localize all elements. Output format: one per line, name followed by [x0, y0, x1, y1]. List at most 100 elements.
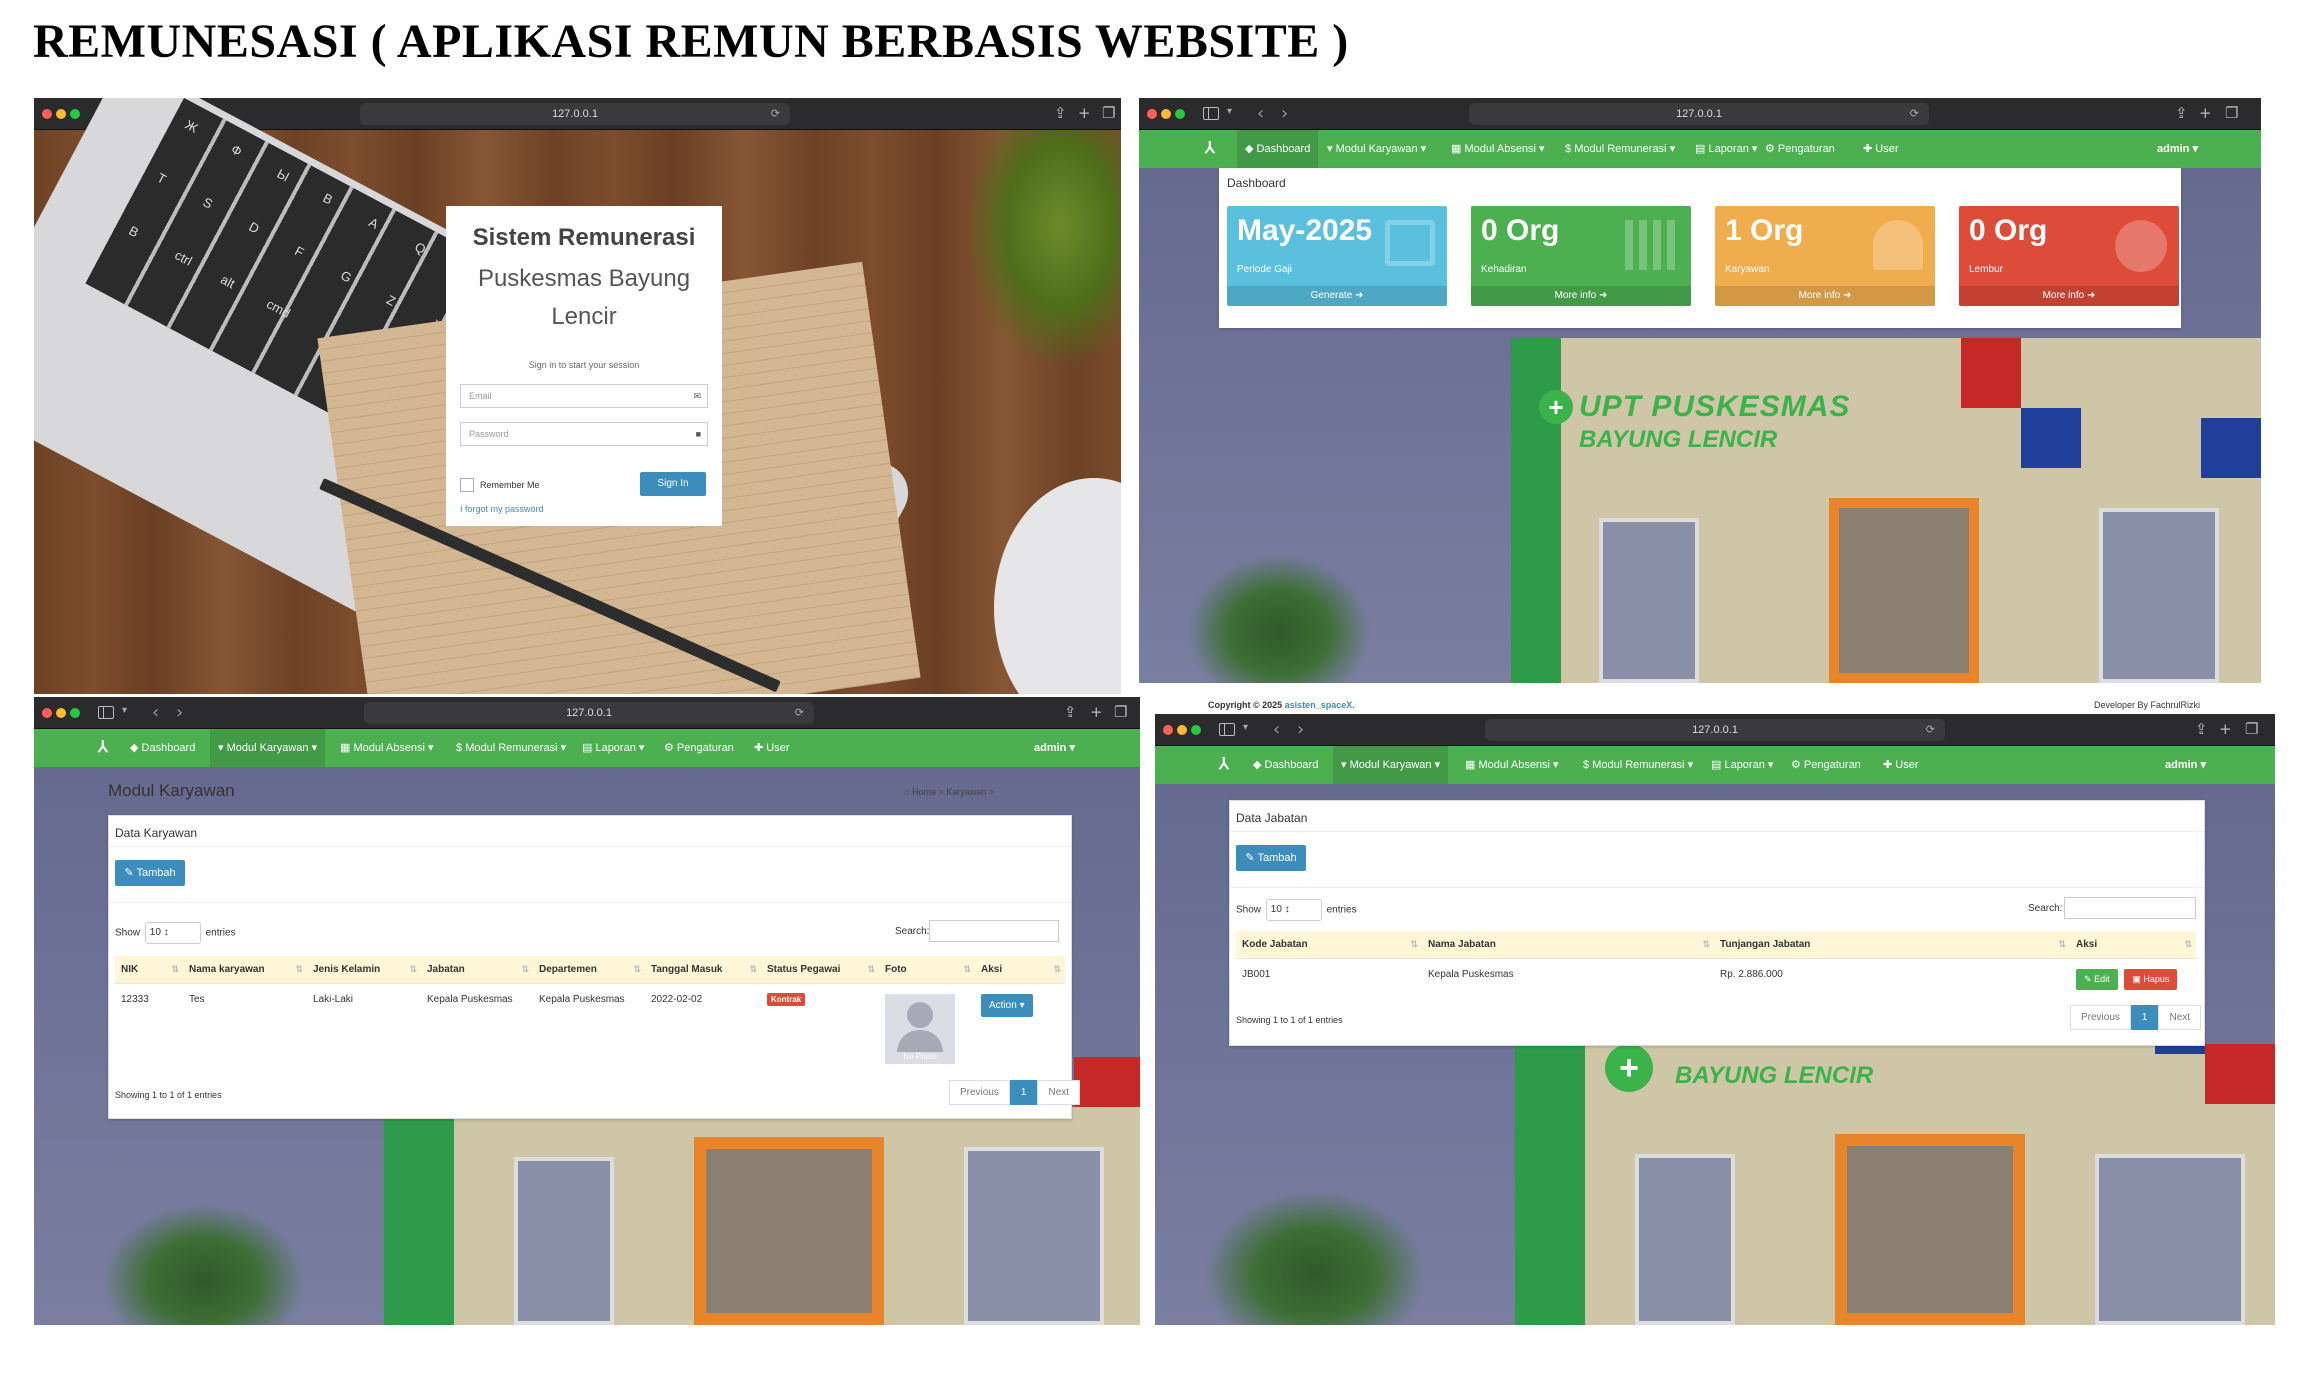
share-icon[interactable]: ⇪	[2175, 104, 2188, 122]
close-window-icon[interactable]	[42, 708, 52, 718]
address-bar[interactable]: 127.0.0.1 ⟳	[1485, 719, 1945, 741]
nav-user[interactable]: ✚ User	[1863, 130, 1899, 168]
col-jenis-kelamin[interactable]: Jenis Kelamin ⇅	[307, 956, 421, 984]
nav-pengaturan[interactable]: ⚙ Pengaturan	[1791, 746, 1861, 784]
nav-user[interactable]: ✚ User	[754, 729, 790, 767]
maximize-window-icon[interactable]	[70, 708, 80, 718]
close-window-icon[interactable]	[42, 109, 52, 119]
nav-pengaturan[interactable]: ⚙ Pengaturan	[664, 729, 734, 767]
tab-overview-icon[interactable]: ❐	[2225, 104, 2238, 122]
logo-icon[interactable]: ⅄	[1219, 756, 1229, 774]
new-tab-icon[interactable]: +	[1078, 104, 1091, 122]
chevron-down-icon[interactable]: ▾	[122, 705, 127, 716]
breadcrumb-home[interactable]: Home	[912, 787, 936, 797]
edit-button[interactable]: ✎ Edit	[2076, 969, 2118, 990]
password-field[interactable]: Password ■	[460, 422, 708, 446]
tab-overview-icon[interactable]: ❐	[1114, 703, 1127, 721]
minimize-window-icon[interactable]	[56, 708, 66, 718]
hapus-button[interactable]: ▣ Hapus	[2124, 969, 2178, 990]
nav-dashboard[interactable]: ◆ Dashboard	[130, 729, 195, 767]
more-info-link[interactable]: More info ➜	[1715, 286, 1935, 306]
user-menu[interactable]: admin ▾	[1034, 729, 1075, 767]
nav-modul-karyawan[interactable]: ▾ Modul Karyawan ▾	[210, 729, 326, 767]
nav-modul-absensi[interactable]: ▦ Modul Absensi ▾	[1465, 746, 1559, 784]
maximize-window-icon[interactable]	[1191, 725, 1201, 735]
col-tanggal-masuk[interactable]: Tanggal Masuk ⇅	[645, 956, 761, 984]
page-1-button[interactable]: 1	[2130, 1005, 2159, 1030]
search-input[interactable]	[929, 920, 1059, 942]
nav-modul-remunerasi[interactable]: $ Modul Remunerasi ▾	[1583, 746, 1693, 784]
previous-page-button[interactable]: Previous	[949, 1080, 1010, 1105]
col-nama-jabatan[interactable]: Nama Jabatan ⇅	[1422, 931, 1714, 959]
logo-icon[interactable]: ⅄	[98, 739, 108, 757]
nav-modul-karyawan[interactable]: ▾ Modul Karyawan ▾	[1327, 130, 1426, 168]
breadcrumb-karyawan[interactable]: Karyawan	[946, 787, 986, 797]
next-page-button[interactable]: Next	[2158, 1005, 2202, 1030]
nav-modul-absensi[interactable]: ▦ Modul Absensi ▾	[340, 729, 434, 767]
back-icon[interactable]: ‹	[152, 702, 159, 723]
forward-icon[interactable]: ›	[1297, 719, 1304, 740]
action-dropdown-button[interactable]: Action ▾	[981, 994, 1033, 1017]
back-icon[interactable]: ‹	[1273, 719, 1280, 740]
tambah-button[interactable]: ✎ Tambah	[115, 860, 185, 886]
col-kode-jabatan[interactable]: Kode Jabatan ⇅	[1236, 931, 1422, 959]
tambah-button[interactable]: ✎ Tambah	[1236, 845, 1306, 871]
col-jabatan[interactable]: Jabatan ⇅	[421, 956, 533, 984]
next-page-button[interactable]: Next	[1037, 1080, 1081, 1105]
col-tunjangan[interactable]: Tunjangan Jabatan ⇅	[1714, 931, 2070, 959]
more-info-link[interactable]: More info ➜	[1959, 286, 2179, 306]
tab-overview-icon[interactable]: ❐	[1102, 104, 1115, 122]
col-aksi[interactable]: Aksi ⇅	[2070, 931, 2196, 959]
minimize-window-icon[interactable]	[1177, 725, 1187, 735]
share-icon[interactable]: ⇪	[1064, 703, 1077, 721]
email-field[interactable]: Email ✉	[460, 384, 708, 408]
entries-select[interactable]: 10 ↕	[1265, 899, 1322, 921]
nav-pengaturan[interactable]: ⚙ Pengaturan	[1765, 130, 1835, 168]
forward-icon[interactable]: ›	[176, 702, 183, 723]
col-nik[interactable]: NIK ⇅	[115, 956, 183, 984]
back-icon[interactable]: ‹	[1257, 103, 1264, 124]
new-tab-icon[interactable]: +	[2219, 720, 2232, 738]
entries-select[interactable]: 10 ↕	[144, 922, 201, 944]
share-icon[interactable]: ⇪	[1054, 104, 1067, 122]
user-menu[interactable]: admin ▾	[2165, 746, 2206, 784]
address-bar[interactable]: 127.0.0.1 ⟳	[360, 103, 790, 125]
minimize-window-icon[interactable]	[56, 109, 66, 119]
sign-in-button[interactable]: Sign In	[640, 472, 706, 496]
previous-page-button[interactable]: Previous	[2070, 1005, 2131, 1030]
col-status-pegawai[interactable]: Status Pegawai ⇅	[761, 956, 879, 984]
address-bar[interactable]: 127.0.0.1 ⟳	[364, 702, 814, 724]
nav-dashboard[interactable]: ◆ Dashboard	[1253, 746, 1318, 784]
page-1-button[interactable]: 1	[1009, 1080, 1038, 1105]
forgot-password-link[interactable]: I forgot my password	[460, 504, 544, 514]
user-menu[interactable]: admin ▾	[2157, 130, 2198, 168]
tab-overview-icon[interactable]: ❐	[2245, 720, 2258, 738]
forward-icon[interactable]: ›	[1281, 103, 1288, 124]
minimize-window-icon[interactable]	[1161, 109, 1171, 119]
chevron-down-icon[interactable]: ▾	[1227, 106, 1232, 117]
nav-user[interactable]: ✚ User	[1883, 746, 1919, 784]
nav-modul-karyawan[interactable]: ▾ Modul Karyawan ▾	[1333, 746, 1449, 784]
chevron-down-icon[interactable]: ▾	[1243, 722, 1248, 733]
address-bar[interactable]: 127.0.0.1 ⟳	[1469, 103, 1929, 125]
reload-icon[interactable]: ⟳	[1910, 103, 1919, 125]
nav-modul-remunerasi[interactable]: $ Modul Remunerasi ▾	[1565, 130, 1675, 168]
nav-laporan[interactable]: ▤ Laporan ▾	[582, 729, 644, 767]
col-aksi[interactable]: Aksi ⇅	[975, 956, 1065, 984]
more-info-link[interactable]: More info ➜	[1471, 286, 1691, 306]
search-input[interactable]	[2064, 897, 2196, 919]
nav-modul-absensi[interactable]: ▦ Modul Absensi ▾	[1451, 130, 1545, 168]
sidebar-toggle-icon[interactable]	[98, 706, 114, 719]
reload-icon[interactable]: ⟳	[795, 702, 804, 724]
remember-checkbox[interactable]	[460, 478, 474, 492]
logo-icon[interactable]: ⅄	[1205, 140, 1215, 158]
generate-link[interactable]: Generate ➜	[1227, 286, 1447, 306]
nav-dashboard[interactable]: ◆ Dashboard	[1237, 130, 1319, 168]
nav-laporan[interactable]: ▤ Laporan ▾	[1695, 130, 1757, 168]
reload-icon[interactable]: ⟳	[771, 103, 780, 125]
reload-icon[interactable]: ⟳	[1926, 719, 1935, 741]
nav-laporan[interactable]: ▤ Laporan ▾	[1711, 746, 1773, 784]
new-tab-icon[interactable]: +	[1090, 703, 1103, 721]
copyright-link[interactable]: asisten_spaceX.	[1285, 700, 1355, 710]
maximize-window-icon[interactable]	[1175, 109, 1185, 119]
